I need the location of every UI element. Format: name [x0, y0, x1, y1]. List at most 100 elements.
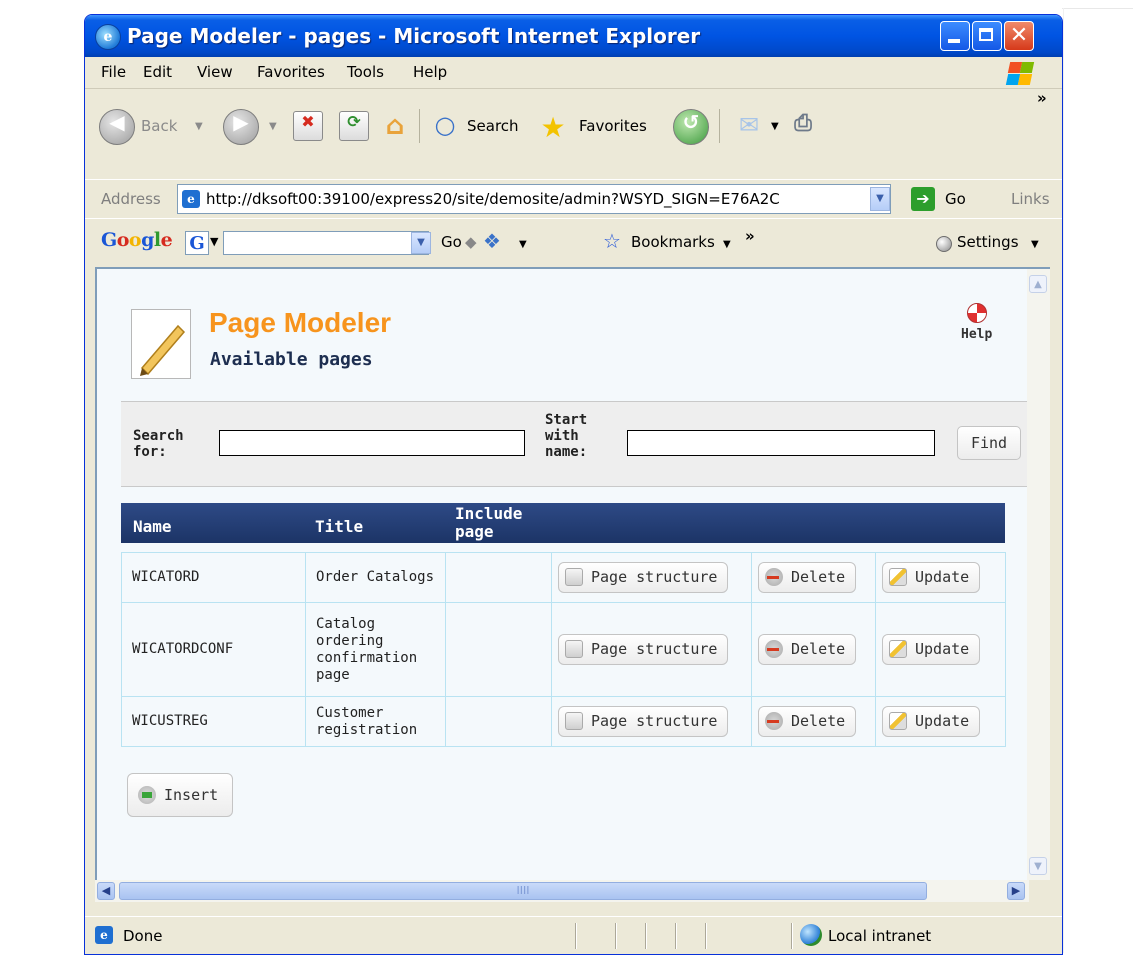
header-include-page[interactable]: Include page [455, 505, 551, 543]
menu-favorites[interactable]: Favorites [257, 63, 325, 81]
mail-dropdown-icon[interactable]: ▼ [771, 121, 779, 132]
start-with-name-label: Start with name: [545, 412, 588, 460]
address-field[interactable]: e http://dksoft00:39100/express20/site/d… [177, 184, 891, 214]
row-include [445, 696, 552, 747]
search-for-label: Search for: [133, 428, 184, 460]
update-label: Update [915, 640, 970, 658]
table-row: WICUSTREG Customer registration Page str… [121, 696, 1006, 747]
settings-icon[interactable] [936, 236, 952, 252]
bookmarks-dropdown-icon[interactable]: ▼ [723, 239, 731, 250]
row-name: WICATORDCONF [121, 602, 306, 697]
address-dropdown-icon[interactable]: ▼ [870, 187, 890, 211]
history-icon[interactable]: ↺ [673, 109, 709, 145]
google-g-button[interactable]: G [185, 231, 209, 255]
stop-icon[interactable]: ✖ [293, 111, 323, 141]
page-structure-button[interactable]: Page structure [558, 706, 729, 737]
maximize-button[interactable] [972, 21, 1002, 51]
links-button[interactable]: Links [1011, 190, 1050, 208]
back-arrow-icon[interactable]: ◀ [99, 109, 135, 145]
bookmarks-star-icon[interactable]: ☆ [603, 229, 621, 253]
delete-icon [765, 712, 783, 730]
back-button-label[interactable]: Back [141, 117, 177, 135]
google-g-dropdown-icon[interactable]: ▼ [210, 235, 218, 248]
google-logo[interactable]: Google [101, 229, 173, 251]
scroll-right-icon[interactable]: ▶ [1007, 882, 1025, 900]
scroll-left-icon[interactable]: ◀ [97, 882, 115, 900]
google-search-dropdown-icon[interactable]: ▼ [411, 232, 431, 254]
row-include [445, 552, 552, 603]
status-divider [791, 923, 793, 949]
header-name[interactable]: Name [133, 517, 172, 536]
page-structure-button[interactable]: Page structure [558, 634, 729, 665]
google-options-icon[interactable]: ❖ [483, 229, 501, 253]
search-button-label[interactable]: Search [467, 117, 519, 135]
header-title[interactable]: Title [315, 517, 363, 536]
menu-help[interactable]: Help [413, 63, 447, 81]
update-icon [889, 640, 907, 658]
insert-button[interactable]: Insert [127, 773, 233, 817]
refresh-icon[interactable]: ⟳ [339, 111, 369, 141]
menu-bar: File Edit View Favorites Tools Help [85, 57, 1062, 89]
intranet-zone-icon [800, 924, 822, 946]
favorites-star-icon[interactable]: ★ [539, 111, 567, 144]
vertical-scrollbar[interactable]: ▲ ▼ [1027, 267, 1050, 882]
mail-icon[interactable]: ✉ [735, 111, 763, 139]
delete-label: Delete [791, 712, 846, 730]
favorites-button-label[interactable]: Favorites [579, 117, 647, 135]
update-button[interactable]: Update [882, 706, 981, 737]
toolbar-chevron[interactable]: » [1037, 89, 1047, 107]
settings-button[interactable]: Settings [957, 233, 1019, 251]
forward-arrow-icon[interactable]: ▶ [223, 109, 259, 145]
menu-file[interactable]: File [101, 63, 126, 81]
help-lifebuoy-icon[interactable] [967, 303, 987, 323]
forward-dropdown-icon[interactable]: ▼ [269, 121, 277, 132]
row-title: Customer registration [305, 696, 446, 747]
update-button[interactable]: Update [882, 562, 981, 593]
go-button[interactable]: Go [945, 190, 966, 208]
search-icon[interactable]: ○ [431, 111, 459, 139]
print-icon[interactable]: ⎙ [789, 111, 817, 139]
google-bar-chevron[interactable]: » [745, 227, 755, 245]
google-search-input[interactable] [223, 231, 429, 255]
horizontal-scrollbar[interactable]: ◀ IIII ▶ [95, 880, 1029, 902]
search-panel: Search for: Start with name: Find [121, 401, 1031, 487]
close-button[interactable]: ✕ [1004, 21, 1034, 51]
delete-button[interactable]: Delete [758, 634, 857, 665]
settings-dropdown-icon[interactable]: ▼ [1031, 239, 1039, 250]
home-icon[interactable]: ⌂ [381, 111, 409, 141]
close-icon: ✕ [1009, 23, 1029, 48]
delete-button[interactable]: Delete [758, 706, 857, 737]
menu-tools[interactable]: Tools [347, 63, 384, 81]
search-for-input[interactable] [219, 430, 525, 456]
row-title: Catalog ordering confirmation page [305, 602, 446, 697]
horizontal-scroll-thumb[interactable]: IIII [119, 882, 927, 900]
toolbar-separator [719, 109, 720, 143]
row-name: WICATORD [121, 552, 306, 603]
delete-button[interactable]: Delete [758, 562, 857, 593]
help-link[interactable]: Help [961, 327, 992, 342]
status-text: Done [123, 927, 163, 945]
toolbar-separator [419, 109, 420, 143]
update-button[interactable]: Update [882, 634, 981, 665]
menu-edit[interactable]: Edit [143, 63, 172, 81]
page-structure-button[interactable]: Page structure [558, 562, 729, 593]
update-label: Update [915, 568, 970, 586]
scroll-up-icon[interactable]: ▲ [1029, 275, 1047, 293]
back-dropdown-icon[interactable]: ▼ [195, 121, 203, 132]
start-with-name-input[interactable] [627, 430, 935, 456]
delete-icon [765, 568, 783, 586]
bookmarks-button[interactable]: Bookmarks [631, 233, 715, 251]
table-row: WICATORD Order Catalogs Page structure D… [121, 552, 1006, 603]
google-go-button[interactable]: Go [441, 233, 462, 251]
scroll-down-icon[interactable]: ▼ [1029, 857, 1047, 875]
go-arrow-icon[interactable]: ➔ [911, 187, 935, 211]
address-url[interactable]: http://dksoft00:39100/express20/site/dem… [206, 190, 864, 208]
page-structure-label: Page structure [591, 640, 718, 658]
minimize-button[interactable] [940, 21, 970, 51]
title-bar[interactable]: e Page Modeler - pages - Microsoft Inter… [85, 15, 1062, 57]
find-button[interactable]: Find [957, 426, 1021, 460]
menu-view[interactable]: View [197, 63, 233, 81]
browser-window: e Page Modeler - pages - Microsoft Inter… [84, 14, 1063, 955]
google-options-dropdown-icon[interactable]: ▼ [519, 239, 527, 250]
delete-label: Delete [791, 640, 846, 658]
